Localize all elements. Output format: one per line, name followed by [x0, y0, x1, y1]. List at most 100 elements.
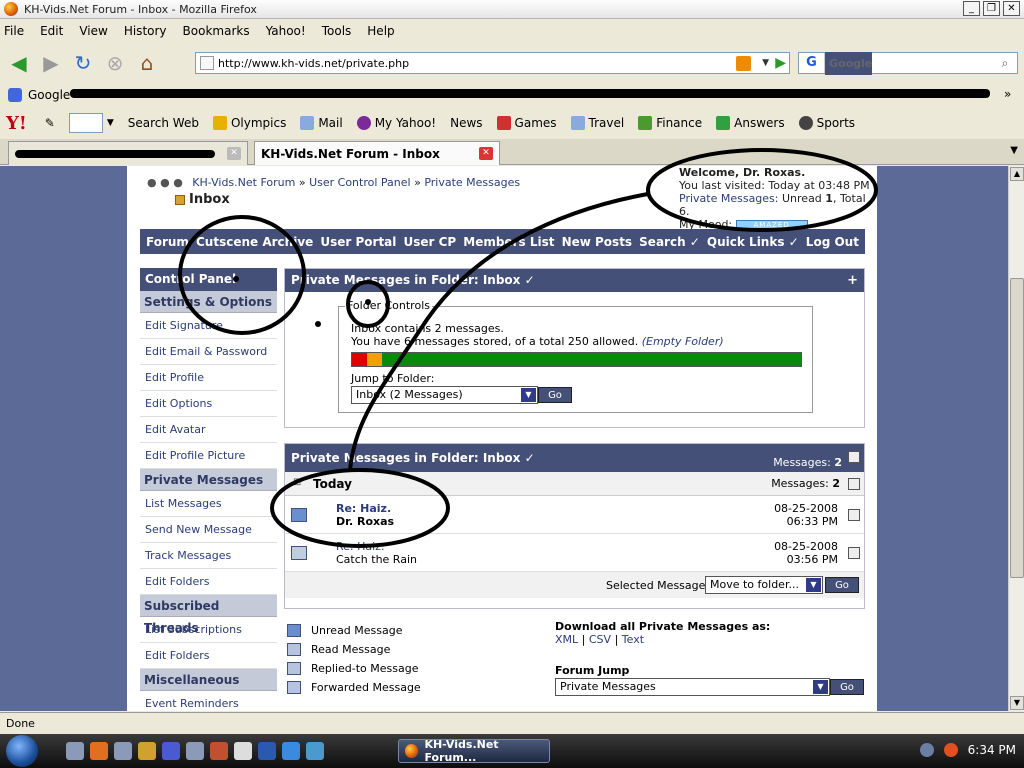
quick-launch-icon[interactable] — [258, 742, 276, 760]
close-tab-icon[interactable]: ✕ — [479, 147, 493, 160]
close-icon[interactable]: ✕ — [1003, 1, 1020, 16]
start-button-icon[interactable] — [6, 735, 38, 767]
breadcrumb-pm[interactable]: Private Messages — [424, 176, 520, 189]
quick-launch-icon[interactable] — [66, 742, 84, 760]
reload-icon[interactable]: ↻ — [70, 50, 96, 76]
move-folder-select[interactable]: Move to folder... ▼ — [705, 576, 823, 594]
sidebar-item-edit-avatar[interactable]: Edit Avatar — [140, 417, 277, 443]
download-csv[interactable]: CSV — [589, 633, 611, 646]
sidebar-item-send-new-message[interactable]: Send New Message — [140, 517, 277, 543]
yahoo-news[interactable]: News — [450, 116, 482, 130]
forum-jump-select[interactable]: Private Messages ▼ — [555, 678, 830, 696]
breadcrumb-ucp[interactable]: User Control Panel — [309, 176, 411, 189]
sidebar-item-edit-profile[interactable]: Edit Profile — [140, 365, 277, 391]
message-checkbox[interactable] — [848, 509, 860, 521]
stop-icon[interactable]: ⊗ — [102, 50, 128, 76]
menu-help[interactable]: Help — [367, 24, 394, 38]
quick-launch-icon[interactable] — [90, 742, 108, 760]
menu-bookmarks[interactable]: Bookmarks — [183, 24, 250, 38]
chevron-down-icon[interactable]: ▼ — [107, 118, 114, 128]
search-input[interactable]: Google — [825, 51, 873, 75]
tab-inbox[interactable]: KH-Vids.Net Forum - Inbox ✕ — [254, 141, 500, 165]
tray-app-icon[interactable] — [943, 743, 958, 757]
expand-icon[interactable]: + — [847, 269, 858, 292]
message-row[interactable]: Re: Haiz. Catch the Rain 08-25-2008 03:56… — [285, 534, 864, 572]
nav-user-cp[interactable]: User CP — [403, 235, 456, 249]
move-go-button[interactable]: Go — [825, 577, 859, 593]
tab-redacted[interactable]: ✕ — [8, 141, 248, 165]
message-sender[interactable]: Dr. Roxas — [336, 515, 394, 528]
nav-log-out[interactable]: Log Out — [806, 235, 859, 249]
quick-launch-icon[interactable] — [234, 742, 252, 760]
forward-icon[interactable]: ▶ — [38, 50, 64, 76]
menu-view[interactable]: View — [79, 24, 107, 38]
minimize-icon[interactable]: _ — [963, 1, 980, 16]
nav-cutscene-archive[interactable]: Cutscene Archive — [196, 235, 313, 249]
sidebar-item-event-reminders[interactable]: Event Reminders — [140, 691, 277, 711]
menu-edit[interactable]: Edit — [40, 24, 63, 38]
sidebar-item-list-messages[interactable]: List Messages — [140, 491, 277, 517]
yahoo-logo[interactable]: Y! — [6, 113, 27, 134]
yahoo-games[interactable]: Games — [496, 116, 557, 130]
rss-icon[interactable] — [736, 56, 751, 71]
quick-launch-icon[interactable] — [162, 742, 180, 760]
sidebar-section-settings[interactable]: Settings & Options — [140, 291, 277, 313]
nav-forum[interactable]: Forum — [146, 235, 189, 249]
jump-folder-go-button[interactable]: Go — [538, 387, 572, 403]
quick-launch-icon[interactable] — [282, 742, 300, 760]
sidebar-item-track-messages[interactable]: Track Messages — [140, 543, 277, 569]
chevron-down-icon[interactable]: ▼ — [521, 388, 536, 402]
forum-jump-go-button[interactable]: Go — [830, 679, 864, 695]
menu-file[interactable]: File — [4, 24, 24, 38]
download-xml[interactable]: XML — [555, 633, 578, 646]
pm-summary[interactable]: Private Messages: Unread 1, Total 6. — [679, 192, 871, 218]
yahoo-search-web[interactable]: Search Web — [128, 116, 199, 130]
message-sender[interactable]: Catch the Rain — [336, 553, 417, 566]
yahoo-mail[interactable]: Mail — [300, 116, 343, 130]
group-checkbox[interactable] — [848, 478, 860, 490]
download-text[interactable]: Text — [622, 633, 644, 646]
address-url[interactable]: http://www.kh-vids.net/private.php — [218, 57, 409, 70]
select-all-checkbox[interactable] — [848, 451, 860, 463]
address-bar[interactable]: http://www.kh-vids.net/private.php ▼ ▶ — [195, 52, 790, 74]
menu-history[interactable]: History — [124, 24, 167, 38]
tab-list-icon[interactable]: ▼ — [1010, 145, 1018, 156]
close-tab-icon[interactable]: ✕ — [227, 147, 241, 160]
pencil-icon[interactable]: ✎ — [45, 116, 55, 130]
quick-launch-icon[interactable] — [138, 742, 156, 760]
chevron-down-icon[interactable]: ▼ — [806, 578, 821, 592]
yahoo-travel[interactable]: Travel — [570, 116, 624, 130]
google-icon[interactable]: G — [799, 53, 825, 73]
sidebar-section-misc[interactable]: Miscellaneous — [140, 669, 277, 691]
sidebar-item-edit-sub-folders[interactable]: Edit Folders — [140, 643, 277, 669]
menu-tools[interactable]: Tools — [322, 24, 352, 38]
quick-launch-icon[interactable] — [114, 742, 132, 760]
yahoo-my-yahoo[interactable]: My Yahoo! — [356, 116, 436, 130]
sidebar-item-edit-options[interactable]: Edit Options — [140, 391, 277, 417]
sidebar-item-list-subscriptions[interactable]: List Subscriptions — [140, 617, 277, 643]
vertical-scrollbar[interactable]: ▲ ▼ — [1008, 166, 1024, 711]
yahoo-answers[interactable]: Answers — [716, 116, 785, 130]
sidebar-item-edit-folders[interactable]: Edit Folders — [140, 569, 277, 595]
scroll-down-icon[interactable]: ▼ — [1010, 696, 1024, 710]
menu-yahoo[interactable]: Yahoo! — [266, 24, 306, 38]
chevron-right-icon[interactable]: » — [1004, 87, 1011, 101]
bookmark-google[interactable]: Google — [28, 88, 70, 102]
sidebar-section-subscribed[interactable]: Subscribed Threads — [140, 595, 277, 635]
nav-quick-links[interactable]: Quick Links ✓ — [707, 235, 799, 249]
yahoo-sports[interactable]: Sports — [798, 116, 855, 130]
tray-volume-icon[interactable] — [919, 743, 934, 757]
home-icon[interactable]: ⌂ — [134, 50, 160, 76]
taskbar-firefox-button[interactable]: KH-Vids.Net Forum... — [398, 738, 550, 764]
message-title[interactable]: Re: Haiz. — [336, 540, 384, 553]
quick-launch-icon[interactable] — [306, 742, 324, 760]
quick-launch-icon[interactable] — [186, 742, 204, 760]
nav-user-portal[interactable]: User Portal — [320, 235, 396, 249]
yahoo-search-input[interactable] — [68, 113, 103, 133]
maximize-icon[interactable]: ❐ — [983, 1, 1000, 16]
nav-new-posts[interactable]: New Posts — [562, 235, 633, 249]
scroll-up-icon[interactable]: ▲ — [1010, 167, 1024, 181]
go-arrow-icon[interactable]: ▶ — [775, 55, 786, 71]
sidebar-item-edit-email[interactable]: Edit Email & Password — [140, 339, 277, 365]
pm-summary-link[interactable]: Private Messages: — [679, 192, 779, 205]
